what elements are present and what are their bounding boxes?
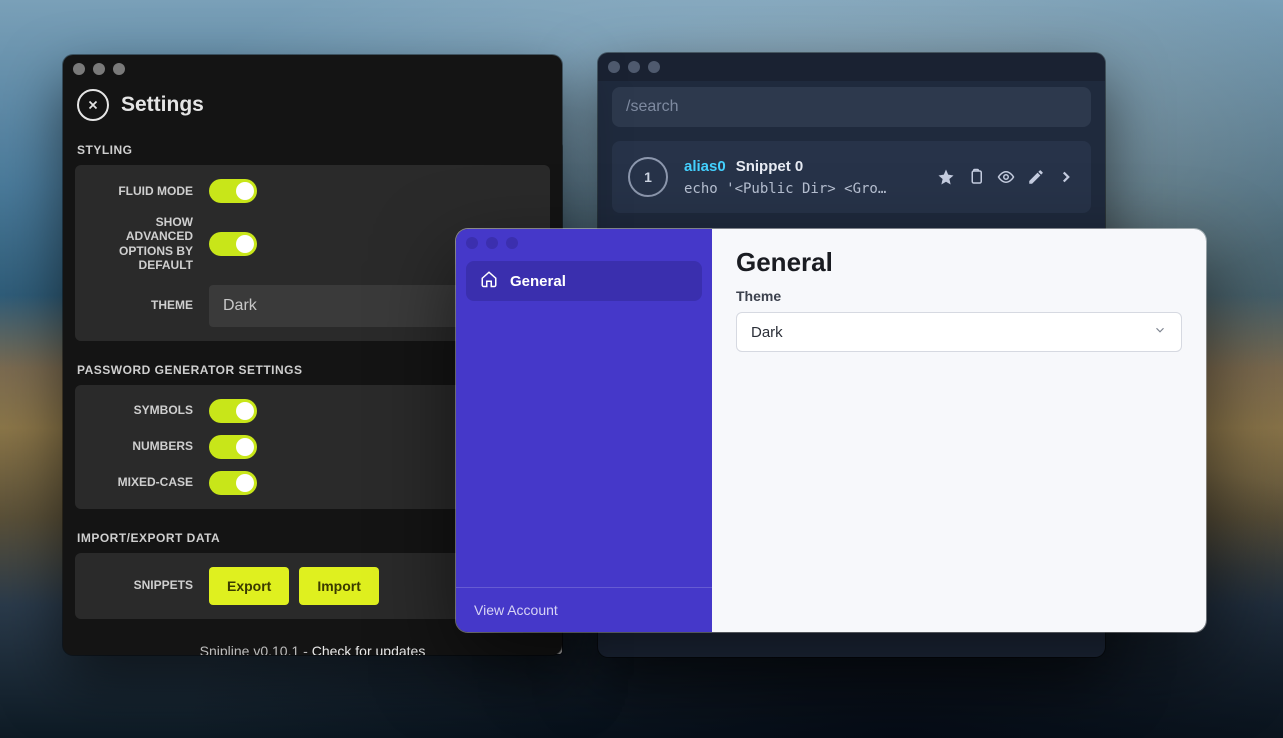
eye-icon[interactable]: [997, 168, 1015, 186]
settings-title: Settings: [121, 93, 204, 117]
snippet-code-preview: echo '<Public Dir> <Gro…: [684, 181, 921, 197]
traffic-close-icon[interactable]: [73, 63, 85, 75]
check-updates-link[interactable]: Check for updates: [312, 643, 426, 655]
modal-theme-value: Dark: [751, 324, 783, 341]
traffic-min-icon[interactable]: [628, 61, 640, 73]
traffic-min-icon[interactable]: [486, 237, 498, 249]
import-button[interactable]: Import: [299, 567, 379, 605]
modal-content: General Theme Dark: [712, 229, 1206, 632]
sidebar-item-general[interactable]: General: [466, 261, 702, 301]
traffic-max-icon[interactable]: [648, 61, 660, 73]
view-account-link[interactable]: View Account: [456, 587, 712, 632]
modal-sidebar: General View Account: [456, 229, 712, 632]
symbols-label: SYMBOLS: [89, 403, 209, 417]
snippet-actions: [937, 168, 1075, 186]
snippet-card-main: alias0 Snippet 0 echo '<Public Dir> <Gro…: [684, 158, 921, 197]
section-heading-styling: STYLING: [75, 137, 550, 165]
snippets-label: SNIPPETS: [89, 578, 209, 592]
window-controls: [598, 53, 1105, 81]
search-placeholder: /search: [626, 98, 678, 116]
advanced-options-toggle[interactable]: [209, 232, 257, 256]
sidebar-item-label: General: [510, 273, 566, 290]
fluid-mode-toggle[interactable]: [209, 179, 257, 203]
numbers-label: NUMBERS: [89, 439, 209, 453]
clipboard-icon[interactable]: [967, 168, 985, 186]
settings-footer: Snipline v0.10.1 - Check for updates: [75, 635, 550, 655]
snippet-alias: alias0: [684, 158, 726, 175]
modal-theme-select[interactable]: Dark: [736, 312, 1182, 352]
close-settings-button[interactable]: [77, 89, 109, 121]
theme-label: THEME: [89, 298, 209, 312]
traffic-close-icon[interactable]: [608, 61, 620, 73]
modal-theme-label: Theme: [736, 288, 1182, 304]
advanced-options-label: SHOW ADVANCED OPTIONS BY DEFAULT: [89, 215, 209, 273]
window-controls: [456, 229, 712, 257]
version-text: Snipline v0.10.1 -: [200, 643, 312, 655]
traffic-min-icon[interactable]: [93, 63, 105, 75]
settings-header: Settings: [63, 83, 562, 137]
window-controls: [63, 55, 562, 83]
modal-heading: General: [736, 247, 1182, 278]
mixed-case-label: MIXED-CASE: [89, 475, 209, 489]
mixed-case-toggle[interactable]: [209, 471, 257, 495]
general-settings-modal: General View Account General Theme Dark: [456, 229, 1206, 632]
theme-value: Dark: [223, 297, 257, 315]
snippet-name: Snippet 0: [736, 158, 804, 175]
export-button[interactable]: Export: [209, 567, 289, 605]
chevron-right-icon[interactable]: [1057, 168, 1075, 186]
traffic-max-icon[interactable]: [506, 237, 518, 249]
snippet-card[interactable]: 1 alias0 Snippet 0 echo '<Public Dir> <G…: [612, 141, 1091, 213]
search-input[interactable]: /search: [612, 87, 1091, 127]
symbols-toggle[interactable]: [209, 399, 257, 423]
fluid-mode-label: FLUID MODE: [89, 184, 209, 198]
chevron-down-icon: [1153, 323, 1167, 341]
star-icon[interactable]: [937, 168, 955, 186]
pencil-icon[interactable]: [1027, 168, 1045, 186]
traffic-max-icon[interactable]: [113, 63, 125, 75]
home-icon: [480, 270, 498, 292]
snippet-number-badge: 1: [628, 157, 668, 197]
numbers-toggle[interactable]: [209, 435, 257, 459]
traffic-close-icon[interactable]: [466, 237, 478, 249]
